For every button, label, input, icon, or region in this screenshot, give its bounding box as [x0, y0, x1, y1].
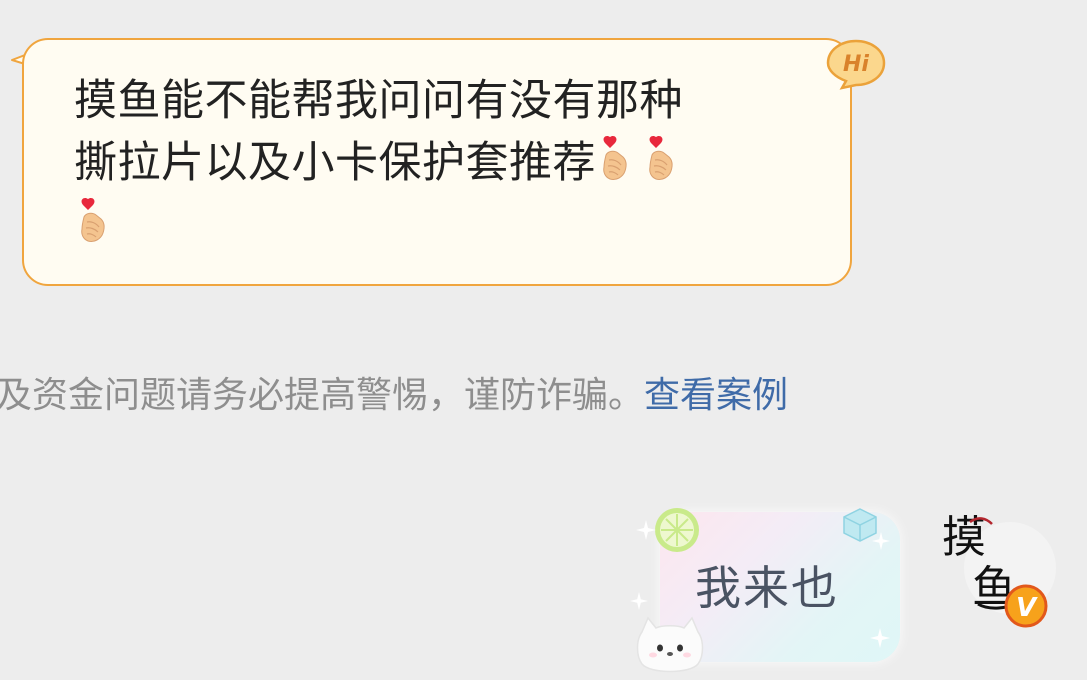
avatar-calligraphy-image: 摸 鱼 V [942, 512, 1056, 628]
fluffy-pet-icon [636, 616, 704, 673]
hi-badge-icon: Hi [826, 39, 886, 90]
finger-heart-icon [603, 135, 627, 180]
sparkle-icon [630, 592, 648, 610]
chat-screen: 摸鱼能不能帮我问问有没有那种 撕拉片以及小卡保护套推荐 Hi 及资金问题请务必提… [0, 0, 1087, 680]
view-cases-link[interactable]: 查看案例 [644, 375, 788, 416]
incoming-message-text: 摸鱼能不能帮我问问有没有那种 撕拉片以及小卡保护套推荐 [74, 70, 810, 256]
hi-badge-label: Hi [843, 52, 869, 77]
avatar[interactable]: 摸 鱼 V [928, 500, 1058, 640]
incoming-message-line-1: 摸鱼能不能帮我问问有没有那种 [74, 76, 683, 126]
verified-badge-label: V [1016, 593, 1038, 623]
sparkle-icon [870, 628, 890, 648]
finger-heart-icon [649, 135, 673, 180]
finger-heart-icon [81, 197, 105, 242]
incoming-message-bubble[interactable]: 摸鱼能不能帮我问问有没有那种 撕拉片以及小卡保护套推荐 [22, 38, 852, 286]
outgoing-message-text: 我来也 [695, 561, 839, 615]
incoming-message-line-2: 撕拉片以及小卡保护套推荐 [74, 138, 596, 188]
sparkle-icon [636, 520, 656, 540]
lime-slice-icon [655, 508, 699, 552]
sparkle-icon [872, 532, 890, 550]
avatar-char-1: 摸 [942, 512, 986, 563]
outgoing-message-bubble[interactable]: 我来也 [630, 500, 910, 680]
system-notice-text: 及资金问题请务必提高警惕，谨防诈骗。 [0, 375, 645, 416]
system-notice: 及资金问题请务必提高警惕，谨防诈骗。查看案例 [0, 366, 788, 426]
